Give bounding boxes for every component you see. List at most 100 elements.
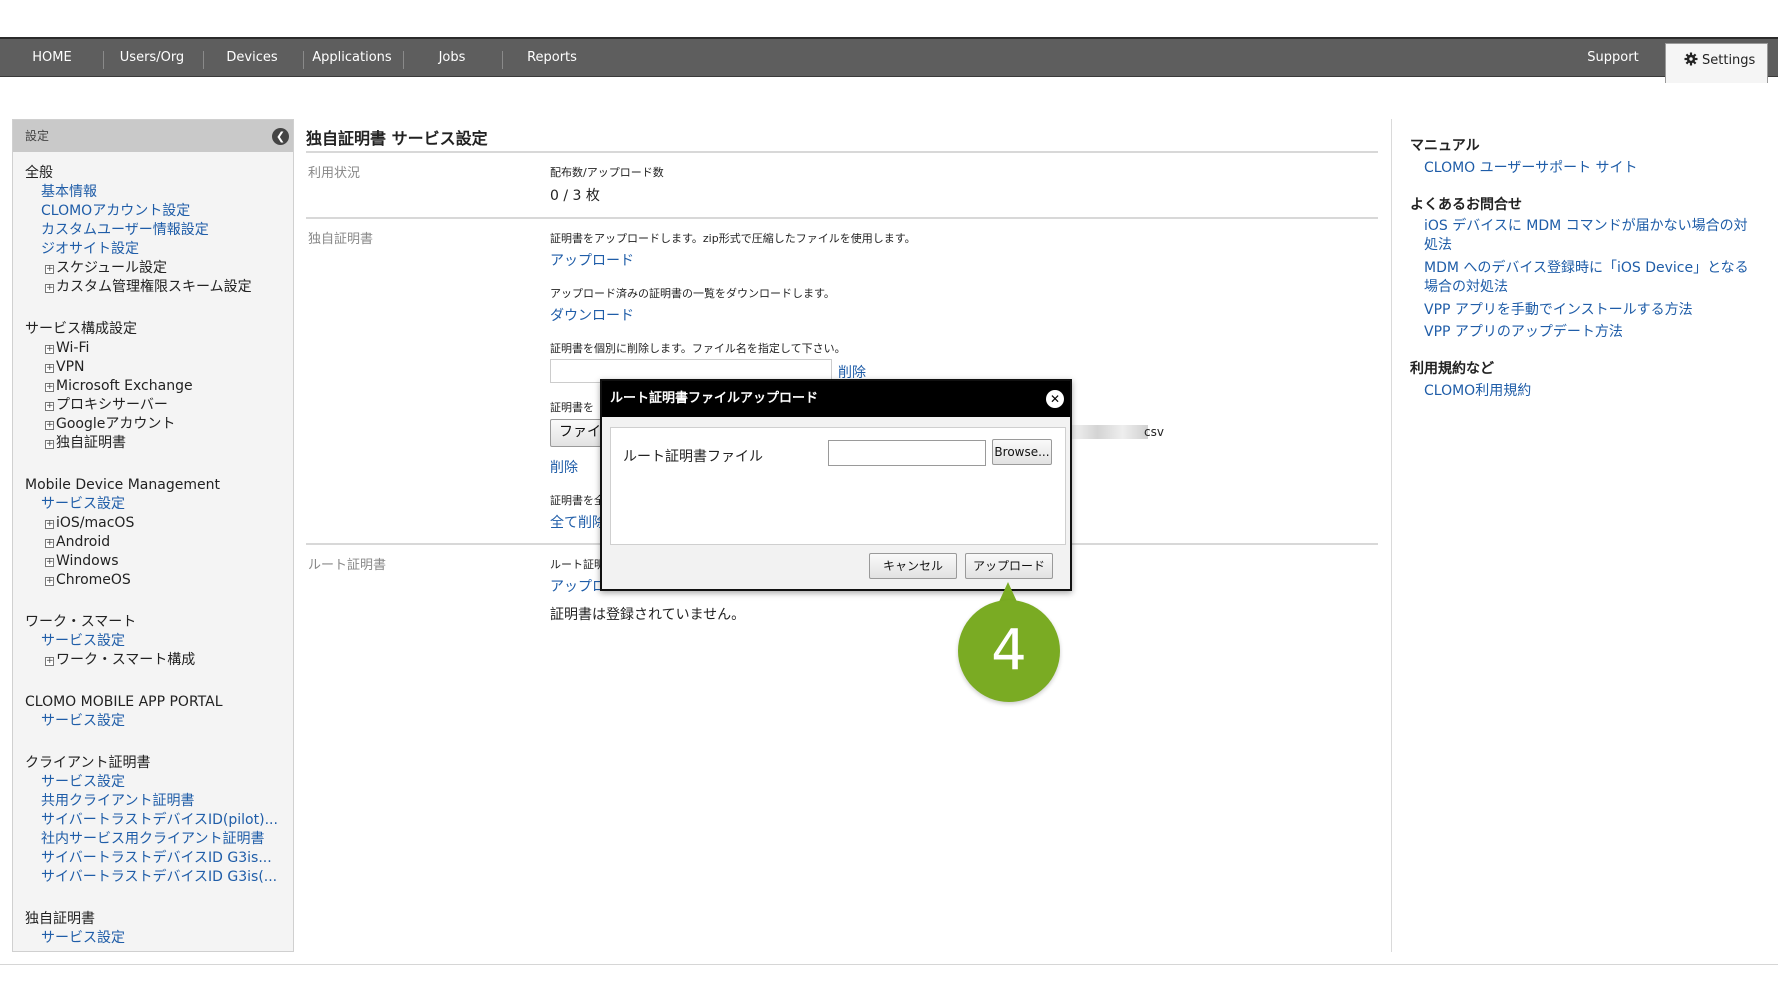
sidebar-tree-item[interactable]: + 独自証明書 [25,434,281,453]
sidebar-link[interactable]: サービス設定 [25,495,281,514]
cancel-button[interactable]: キャンセル [869,553,957,579]
sidebar-link[interactable]: CLOMOアカウント設定 [25,202,281,221]
sidebar-link[interactable]: ジオサイト設定 [25,240,281,259]
footer-divider [0,964,1778,965]
tree-label: Googleアカウント [56,416,176,432]
sidebar-link[interactable]: 基本情報 [25,183,281,202]
upload-button[interactable]: アップロード [965,553,1053,579]
sidebar-section-work-smart: ワーク・スマート サービス設定 + ワーク・スマート構成 [13,613,293,670]
tree-label: スケジュール設定 [56,260,168,276]
terms-link[interactable]: CLOMO利用規約 [1424,382,1754,401]
faq-link[interactable]: VPP アプリを手動でインストールする方法 [1424,301,1754,320]
sidebar-tree-item[interactable]: + Microsoft Exchange [25,377,281,396]
page-title: 独自証明書 サービス設定 [306,129,488,148]
sidebar-tree-item[interactable]: + Wi-Fi [25,339,281,358]
sidebar-section-own-cert: 独自証明書 サービス設定 [13,910,293,948]
sidebar-link[interactable]: サービス設定 [25,632,281,651]
sidebar-link[interactable]: カスタムユーザー情報設定 [25,221,281,240]
nav-reports[interactable]: Reports [512,39,592,77]
expand-icon[interactable]: + [45,440,54,449]
expand-icon[interactable]: + [45,539,54,548]
sidebar-tree-item[interactable]: + Android [25,533,281,552]
file-path-input[interactable] [828,440,986,466]
expand-icon[interactable]: + [45,345,54,354]
sidebar-section-mdm: Mobile Device Management サービス設定 + iOS/mac… [13,476,293,590]
sidebar-link[interactable]: 共用クライアント証明書 [25,792,281,811]
sidebar-link[interactable]: サイバートラストデバイスID(pilot)... [25,811,281,830]
sidebar-tree-item[interactable]: + ChromeOS [25,571,281,590]
file-field-label: ルート証明書ファイル [623,449,763,465]
faq-link[interactable]: iOS デバイスに MDM コマンドが届かない場合の対処法 [1424,217,1754,255]
sidebar-tree-item[interactable]: + スケジュール設定 [25,259,281,278]
delete-link-2[interactable]: 削除 [550,457,578,477]
expand-icon[interactable]: + [45,364,54,373]
upload-description: 証明書をアップロードします。zip形式で圧縮したファイルを使用します。 [550,232,916,245]
sidebar-tree-item[interactable]: + VPN [25,358,281,377]
expand-icon[interactable]: + [45,284,54,293]
nav-home[interactable]: HOME [22,39,82,77]
expand-icon[interactable]: + [45,657,54,666]
nav-devices[interactable]: Devices [212,39,292,77]
nav-applications[interactable]: Applications [312,39,392,77]
expand-icon[interactable]: + [45,383,54,392]
expand-icon[interactable]: + [45,265,54,274]
sidebar-tree-item[interactable]: + カスタム管理権限スキーム設定 [25,278,281,297]
browse-button[interactable]: Browse... [992,439,1052,465]
delete-all-link[interactable]: 全て削除 [550,512,606,532]
delete-all-description: 証明書を全 [550,494,605,507]
tree-label: Windows [56,553,119,569]
gear-icon [1684,46,1698,66]
sidebar-tree-item[interactable]: + Windows [25,552,281,571]
upload-link[interactable]: アップロード [550,250,634,270]
terms-title: 利用規約など [1410,361,1494,377]
expand-icon[interactable]: + [45,520,54,529]
tree-label: iOS/macOS [56,515,135,531]
own-cert-label: 独自証明書 [308,232,374,247]
faq-link[interactable]: VPP アプリのアップデート方法 [1424,323,1754,342]
sidebar-link[interactable]: サービス設定 [25,773,281,792]
step-badge: 4 [958,600,1060,702]
manual-link[interactable]: CLOMO ユーザーサポート サイト [1424,159,1754,178]
divider [306,217,1378,219]
expand-icon[interactable]: + [45,402,54,411]
usage-label: 利用状況 [308,166,361,181]
root-upload-link[interactable]: アップロ [550,576,606,596]
sidebar-link[interactable]: 社内サービス用クライアント証明書 [25,830,281,849]
dialog-title: ルート証明書ファイルアップロード [610,391,819,406]
sidebar-link[interactable]: サービス設定 [25,929,281,948]
dialog-header: ルート証明書ファイルアップロード ✕ [602,381,1070,417]
top-nav: HOME Users/Org Devices Applications Jobs… [0,37,1778,83]
sidebar-section-title: 全般 [25,165,53,181]
sidebar-section-title: 独自証明書 [25,911,95,927]
tree-label: ワーク・スマート構成 [56,652,196,668]
expand-icon[interactable]: + [45,577,54,586]
close-icon[interactable]: ✕ [1046,390,1064,408]
nav-jobs[interactable]: Jobs [412,39,492,77]
faq-title: よくあるお問合せ [1410,197,1522,213]
dialog-body: ルート証明書ファイル Browse... [610,427,1066,545]
collapse-sidebar-icon[interactable]: ❮ [272,128,289,145]
download-link[interactable]: ダウンロード [550,305,634,325]
sidebar-link[interactable]: サイバートラストデバイスID G3is... [25,849,281,868]
sidebar-link[interactable]: サイバートラストデバイスID G3is(... [25,868,281,887]
sidebar-tree-item[interactable]: + プロキシサーバー [25,396,281,415]
expand-icon[interactable]: + [45,558,54,567]
sidebar-tree-item[interactable]: + Googleアカウント [25,415,281,434]
root-cert-label: ルート証明書 [308,558,387,573]
delete-description: 証明書を個別に削除します。ファイル名を指定して下さい。 [550,342,846,355]
sidebar-section-title: CLOMO MOBILE APP PORTAL [25,694,223,710]
sidebar-link[interactable]: サービス設定 [25,712,281,731]
tree-label: ChromeOS [56,572,131,588]
sidebar-tree-item[interactable]: + iOS/macOS [25,514,281,533]
nav-users-org[interactable]: Users/Org [112,39,192,77]
sidebar-tree-item[interactable]: + ワーク・スマート構成 [25,651,281,670]
nav-support[interactable]: Support [1583,39,1643,77]
tree-label: Android [56,534,111,550]
sidebar-section-title: ワーク・スマート [25,614,137,630]
faq-link[interactable]: MDM へのデバイス登録時に「iOS Device」となる場合の対処法 [1424,259,1754,297]
expand-icon[interactable]: + [45,421,54,430]
nav-separator [203,51,204,69]
usage-caption: 配布数/アップロード数 [550,166,664,179]
settings-label: Settings [1702,53,1756,68]
nav-settings-tab[interactable]: Settings [1665,43,1768,83]
